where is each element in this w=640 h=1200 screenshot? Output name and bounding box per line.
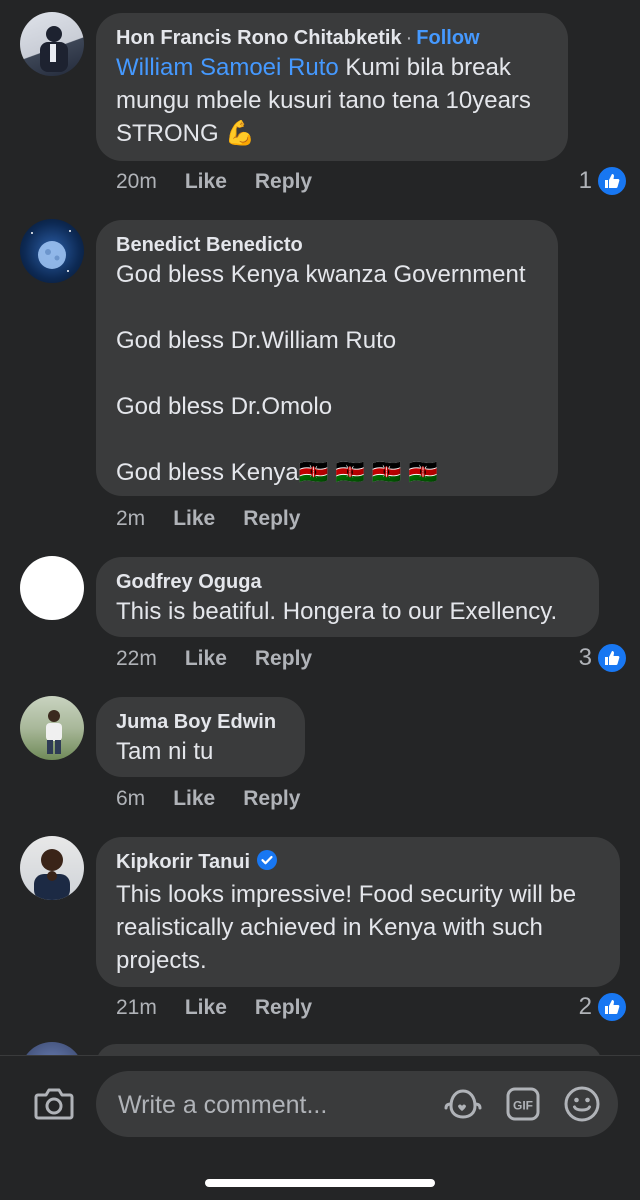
comment-actions: 22m Like Reply xyxy=(116,647,312,671)
reaction-count: 2 xyxy=(578,993,592,1020)
reaction-summary[interactable]: 3 xyxy=(579,642,628,674)
comment-text: This is beatiful. Hongera to our Exellen… xyxy=(116,598,558,625)
comment-bubble: Kipkorir Tanui This looks impressive! Fo… xyxy=(96,837,620,987)
avatar-sticker-icon[interactable] xyxy=(444,1086,482,1127)
reply-button[interactable]: Reply xyxy=(255,647,312,671)
comment-text: God bless Kenya kwanza Government God bl… xyxy=(116,261,526,486)
comment-time[interactable]: 2m xyxy=(116,507,145,531)
like-button[interactable]: Like xyxy=(173,787,215,811)
comment-bubble: Godfrey Oguga This is beatiful. Hongera … xyxy=(96,557,599,637)
reaction-count: 3 xyxy=(578,644,592,671)
comment-author[interactable]: Kipkorir Tanui xyxy=(116,851,250,873)
follow-button[interactable]: Follow xyxy=(416,27,479,49)
comment-author[interactable]: Juma Boy Edwin xyxy=(116,711,276,733)
gif-icon[interactable]: GIF xyxy=(506,1087,540,1126)
camera-icon[interactable] xyxy=(34,1086,74,1127)
comment-time[interactable]: 20m xyxy=(116,170,157,194)
reply-button[interactable]: Reply xyxy=(255,996,312,1020)
like-button[interactable]: Like xyxy=(185,170,227,194)
comment-input-box[interactable]: GIF xyxy=(96,1071,618,1137)
like-button[interactable]: Like xyxy=(185,996,227,1020)
comment-text: Tam ni tu xyxy=(116,738,214,765)
comment-bubble: Juma Boy Edwin Tam ni tu xyxy=(96,697,305,777)
reaction-summary[interactable]: 1 xyxy=(579,165,628,197)
comment-text: This looks impressive! Food security wil… xyxy=(116,881,577,974)
comment-author[interactable]: Godfrey Oguga xyxy=(116,571,262,593)
comment-actions: 6m Like Reply xyxy=(116,787,300,811)
comments-screen: Hon Francis Rono Chitabketik · Follow Will… xyxy=(0,0,640,1200)
thumbs-up-icon xyxy=(596,165,628,197)
comment-author[interactable]: Hon Francis Rono Chitabketik xyxy=(116,27,402,49)
comment-actions: 21m Like Reply xyxy=(116,996,312,1020)
like-button[interactable]: Like xyxy=(173,507,215,531)
reaction-summary[interactable]: 2 xyxy=(579,991,628,1023)
mention-link[interactable]: William Samoei Ruto xyxy=(116,54,339,81)
separator-dot: · xyxy=(405,27,413,49)
comment-composer: GIF xyxy=(0,1055,640,1200)
avatar[interactable] xyxy=(20,836,84,900)
comment-input[interactable] xyxy=(116,1085,420,1125)
comment-actions: 2m Like Reply xyxy=(116,507,300,531)
comment-actions: 20m Like Reply xyxy=(116,170,312,194)
comment-bubble: Benedict Benedicto God bless Kenya kwanz… xyxy=(96,220,558,496)
thumbs-up-icon xyxy=(596,642,628,674)
home-indicator xyxy=(205,1179,435,1187)
gif-label: GIF xyxy=(513,1099,533,1113)
avatar[interactable] xyxy=(20,219,84,283)
reaction-count: 1 xyxy=(578,167,592,194)
comment-author[interactable]: Benedict Benedicto xyxy=(116,234,303,256)
reply-button[interactable]: Reply xyxy=(243,787,300,811)
comment-text: William Samoei Ruto Kumi bila break mung… xyxy=(116,51,548,150)
avatar[interactable] xyxy=(20,12,84,76)
reply-button[interactable]: Reply xyxy=(255,170,312,194)
emoji-icon[interactable] xyxy=(564,1086,600,1127)
avatar[interactable] xyxy=(20,556,84,620)
thumbs-up-icon xyxy=(596,991,628,1023)
comment-time[interactable]: 6m xyxy=(116,787,145,811)
comment-bubble: Hon Francis Rono Chitabketik · Follow Will… xyxy=(96,13,568,161)
comment-time[interactable]: 21m xyxy=(116,996,157,1020)
comment-time[interactable]: 22m xyxy=(116,647,157,671)
reply-button[interactable]: Reply xyxy=(243,507,300,531)
avatar[interactable] xyxy=(20,696,84,760)
verified-badge-icon xyxy=(256,849,278,878)
like-button[interactable]: Like xyxy=(185,647,227,671)
